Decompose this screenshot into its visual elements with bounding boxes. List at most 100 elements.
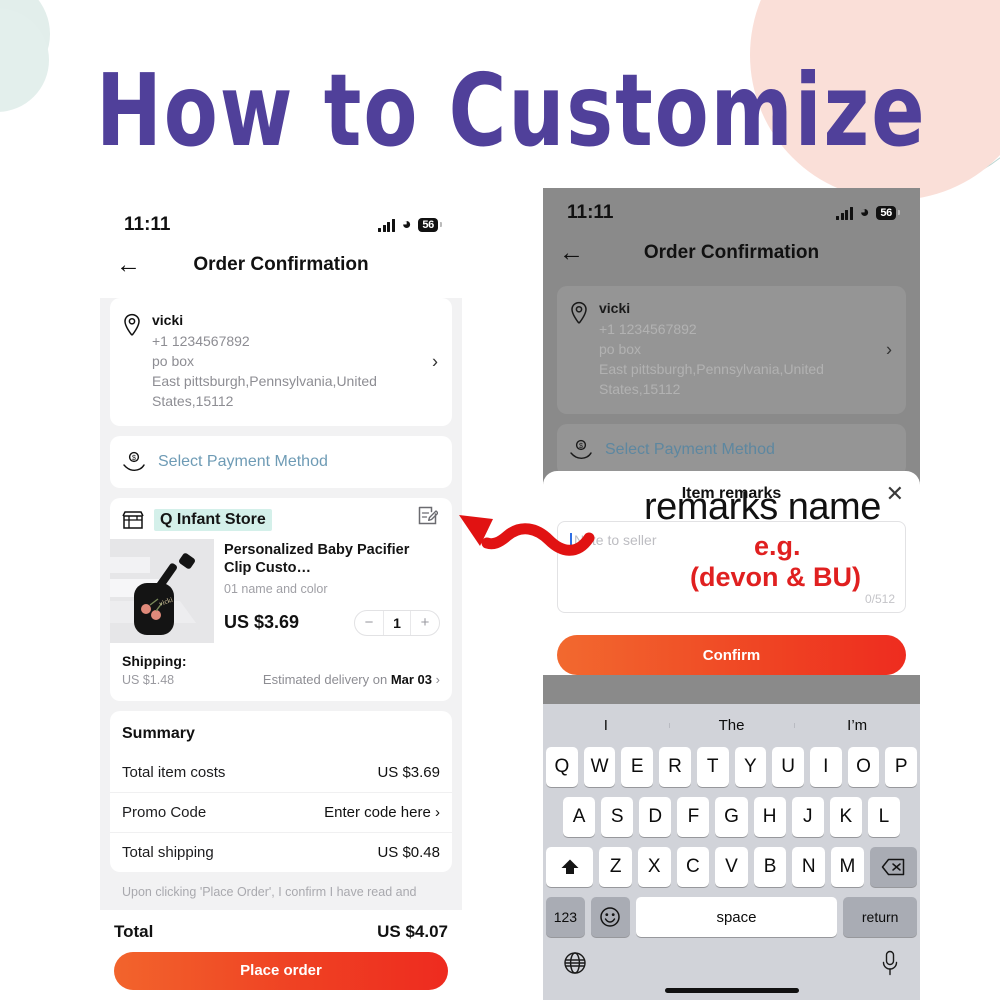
store-product-card: Q Infant Store vicki Personalized Baby P… — [110, 497, 452, 701]
key-x[interactable]: X — [637, 847, 671, 887]
key-r[interactable]: R — [659, 747, 691, 787]
address-card[interactable]: vicki +1 1234567892 po box East pittsbur… — [110, 298, 452, 426]
shipping-cost: US $1.48 — [122, 672, 175, 687]
status-time: 11:11 — [124, 214, 171, 235]
store-name: Q Infant Store — [154, 508, 272, 531]
delivery-prefix: Estimated delivery on — [262, 671, 388, 687]
location-pin-icon — [571, 301, 587, 324]
payment-method-label: Select Payment Method — [158, 452, 328, 470]
key-z[interactable]: Z — [599, 847, 632, 887]
chevron-right-icon: › — [886, 339, 892, 360]
place-order-button[interactable]: Place order — [114, 951, 448, 990]
annotation-remarks-name: remarks name — [644, 486, 881, 528]
key-v[interactable]: V — [715, 847, 748, 887]
keyboard-row-2: A S D F G H J K L — [543, 792, 920, 842]
shift-arrow-icon[interactable] — [546, 847, 594, 887]
space-key[interactable]: space — [635, 897, 838, 937]
checkout-footer: Total US $4.07 Place order — [100, 909, 462, 990]
key-h[interactable]: H — [753, 797, 786, 837]
key-y[interactable]: Y — [734, 747, 767, 787]
key-s[interactable]: S — [601, 797, 634, 837]
qty-plus-button[interactable]: + — [411, 611, 439, 635]
key-f[interactable]: F — [677, 797, 710, 837]
battery-indicator: 56 — [876, 206, 900, 220]
key-u[interactable]: U — [772, 747, 804, 787]
address-line1: po box — [152, 352, 195, 369]
confirm-button[interactable]: Confirm — [557, 635, 906, 675]
prediction-3[interactable]: I’m — [794, 717, 920, 734]
quantity-stepper[interactable]: − 1 + — [354, 609, 440, 636]
key-a[interactable]: A — [563, 797, 596, 837]
delivery-estimate: Estimated delivery on Mar 03 › — [263, 672, 440, 687]
order-scroll-area: vicki +1 1234567892 po box East pittsbur… — [100, 298, 462, 910]
total-row: Total US $4.07 — [114, 918, 448, 952]
store-row[interactable]: Q Infant Store — [110, 498, 452, 539]
summary-value: US $3.69 — [377, 763, 440, 781]
cellular-bars-icon — [836, 206, 853, 220]
chevron-right-icon[interactable]: › — [436, 672, 440, 687]
status-time: 11:11 — [567, 202, 614, 223]
payment-hand-icon: $ — [123, 451, 145, 471]
product-price: US $3.69 — [224, 612, 300, 633]
keyboard-row-3: Z X C V B N M — [543, 842, 920, 892]
red-wavy-arrow-icon — [459, 515, 595, 556]
key-n[interactable]: N — [792, 847, 826, 887]
summary-row-promo-code[interactable]: Promo Code Enter code here › — [110, 791, 452, 832]
backspace-icon[interactable] — [869, 847, 917, 887]
summary-label: Total item costs — [122, 763, 226, 781]
emoji-smiley-icon[interactable] — [590, 897, 630, 937]
total-value: US $4.07 — [377, 921, 448, 941]
address-phone: +1 1234567892 — [599, 321, 697, 337]
key-p[interactable]: P — [885, 747, 918, 787]
key-j[interactable]: J — [791, 797, 824, 837]
address-name: vicki — [599, 300, 631, 316]
key-o[interactable]: O — [847, 747, 880, 787]
product-variant: 01 name and color — [224, 581, 328, 596]
keyboard-row-4: 123 space return — [543, 892, 920, 942]
microphone-icon[interactable] — [880, 950, 900, 981]
key-c[interactable]: C — [676, 847, 710, 887]
payment-method-card[interactable]: $ Select Payment Method — [110, 435, 452, 488]
product-row[interactable]: vicki Personalized Baby Pacifier Clip Cu… — [110, 538, 452, 643]
annotation-eg: e.g. — [754, 531, 801, 561]
summary-label: Total shipping — [122, 843, 214, 861]
numbers-key[interactable]: 123 — [546, 897, 585, 937]
close-x-icon[interactable]: ✕ — [886, 483, 904, 505]
back-arrow-icon[interactable]: ← — [116, 252, 141, 278]
storefront-icon — [122, 510, 144, 529]
key-b[interactable]: B — [753, 847, 787, 887]
summary-card: Summary Total item costs US $3.69 Promo … — [110, 710, 452, 872]
globe-icon[interactable] — [563, 951, 587, 980]
key-k[interactable]: K — [829, 797, 862, 837]
key-l[interactable]: L — [867, 797, 900, 837]
chevron-right-icon[interactable]: › — [432, 351, 438, 372]
address-card-dimmed: vicki +1 1234567892 po box East pittsbur… — [557, 286, 906, 414]
key-g[interactable]: G — [715, 797, 748, 837]
battery-indicator: 56 — [418, 218, 442, 232]
edit-note-icon[interactable] — [417, 505, 439, 531]
key-w[interactable]: W — [583, 747, 616, 787]
key-d[interactable]: D — [639, 797, 672, 837]
home-indicator — [664, 988, 799, 993]
annotation-example: (devon & BU) — [690, 562, 861, 592]
qty-minus-button[interactable]: − — [355, 611, 383, 635]
key-i[interactable]: I — [809, 747, 842, 787]
status-bar-left: 11:11 ◕ 56 — [100, 200, 462, 242]
key-t[interactable]: T — [696, 747, 729, 787]
prediction-2[interactable]: The — [668, 717, 795, 734]
prediction-bar[interactable]: I The I’m — [543, 708, 920, 742]
prediction-1[interactable]: I — [543, 717, 669, 734]
product-title: Personalized Baby Pacifier Clip Custo… — [224, 541, 410, 576]
promo-code-action[interactable]: Enter code here › — [324, 804, 440, 821]
return-key[interactable]: return — [843, 897, 918, 937]
key-e[interactable]: E — [621, 747, 654, 787]
shipping-row[interactable]: Shipping: US $1.48 Estimated delivery on… — [110, 643, 452, 701]
status-bar-right: 11:11 ◕ 56 — [543, 188, 920, 230]
qty-value: 1 — [383, 610, 411, 635]
key-m[interactable]: M — [831, 847, 864, 887]
back-arrow-icon[interactable]: ← — [559, 240, 584, 266]
wifi-icon: ◕ — [859, 204, 870, 221]
on-screen-keyboard[interactable]: I The I’m Q W E R T Y U I O P A S D F G … — [543, 704, 920, 1000]
key-q[interactable]: Q — [545, 747, 578, 787]
wifi-icon: ◕ — [401, 216, 412, 233]
